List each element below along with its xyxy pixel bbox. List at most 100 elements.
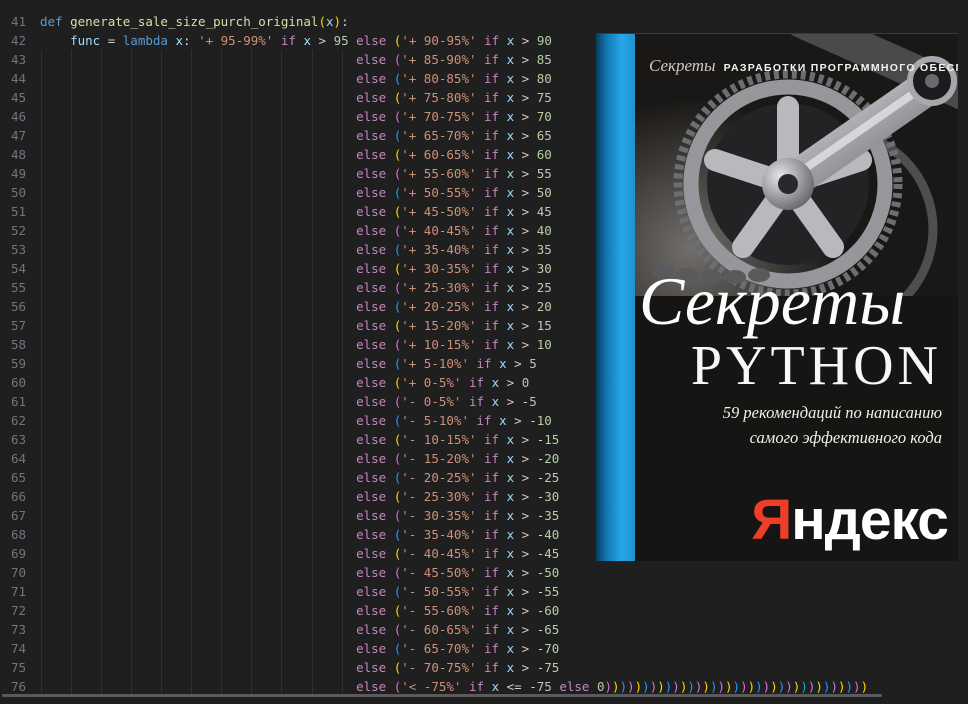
line-number: 62 [10,413,26,428]
publisher-logo-first-letter: Я [751,488,792,552]
code-token: 0 [596,679,605,694]
book-series-line: Секреты РАЗРАБОТКИ ПРОГРАММНОГО ОБЕСПЕЧЕ… [649,56,958,76]
code-token: '+ 90-95%' [401,33,477,48]
code-token: else [356,223,387,238]
code-line[interactable]: 72 else ('- 55-60%' if x > -60 [0,601,968,620]
line-number: 53 [10,242,26,257]
code-token: else [356,546,387,561]
code-token: if [484,299,500,314]
code-token: 70 [544,641,560,656]
code-line[interactable]: 41 def generate_sale_size_purch_original(… [0,12,968,31]
code-token: else [356,470,387,485]
code-token: 30 [536,261,552,276]
line-number: 54 [10,261,26,276]
code-token: '+ 25-30%' [401,280,477,295]
closing-paren: ) [725,679,733,694]
code-token: else [356,565,387,580]
code-token: > [499,375,522,390]
code-token: > [514,318,537,333]
code-token: else [356,52,387,67]
code-token: else [356,242,387,257]
code-token: 95 [333,33,349,48]
line-number: 64 [10,451,26,466]
code-line[interactable]: 75 else ('- 70-75%' if x > -75 [0,658,968,677]
code-token: '+ 80-85%' [401,71,477,86]
book-series-title: РАЗРАБОТКИ ПРОГРАММНОГО ОБЕСПЕЧЕНИЯ [723,62,958,74]
code-token: '- 30-35%' [401,508,477,523]
line-number: 56 [10,299,26,314]
code-token: '- 20-25%' [401,470,477,485]
closing-paren: ) [853,679,861,694]
closing-paren: ) [747,679,756,694]
code-token: else [356,90,387,105]
code-token: else [356,185,387,200]
closing-paren: ) [732,679,741,694]
code-token: else [356,71,387,86]
code-token: '- 45-50%' [401,565,477,580]
code-token: '- 50-55%' [401,584,477,599]
code-token: > - [514,546,545,561]
code-token: if [484,584,500,599]
code-token: '+ 15-20%' [401,318,477,333]
code-token: 80 [536,71,552,86]
closing-paren: ) [702,679,710,694]
closing-paren: ) [642,679,650,694]
code-token: > - [514,641,545,656]
code-line[interactable]: 70 else ('- 45-50%' if x > -50 [0,563,968,582]
code-token: 65 [544,622,560,637]
code-token: <= - [499,679,537,694]
code-token: else [356,527,387,542]
code-token: else [356,679,387,694]
code-line[interactable]: 71 else ('- 50-55%' if x > -55 [0,582,968,601]
code-token: 0 [521,375,530,390]
code-token: x [491,394,500,409]
horizontal-scrollbar-thumb[interactable] [2,694,882,697]
line-number: 48 [10,147,26,162]
code-token: else [356,318,387,333]
code-token: '+ 55-60%' [401,166,477,181]
code-token: else [356,280,387,295]
code-token: > [514,204,537,219]
code-line[interactable]: 73 else ('- 60-65%' if x > -65 [0,620,968,639]
closing-paren: ) [845,679,854,694]
code-token: if [484,128,500,143]
code-token: if [484,489,500,504]
code-token: if [484,242,500,257]
code-token: '- 65-70%' [401,641,477,656]
code-token: if [484,337,500,352]
code-token: 60 [544,603,560,618]
code-line[interactable]: 74 else ('- 65-70%' if x > -70 [0,639,968,658]
code-token: else [356,337,387,352]
line-number: 68 [10,527,26,542]
code-token: : [341,14,349,29]
code-token: if [484,90,500,105]
code-token: 10 [536,413,552,428]
book-title-main: PYTHON [690,335,942,397]
